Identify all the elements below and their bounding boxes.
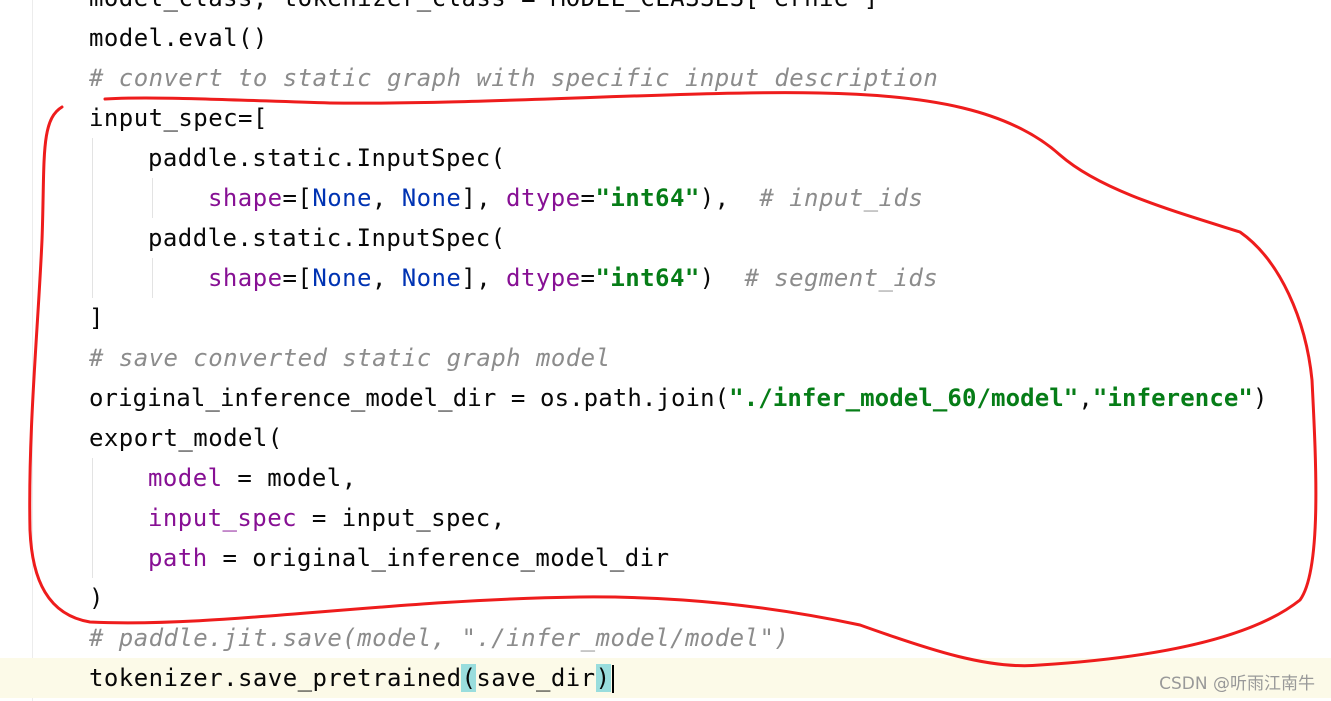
code-text: ], bbox=[461, 264, 507, 292]
code-line: input_spec = input_spec, bbox=[148, 498, 506, 538]
code-text: =[ bbox=[282, 184, 313, 212]
param-name: dtype bbox=[506, 264, 581, 292]
code-text: ], bbox=[461, 184, 507, 212]
code-line: model = model, bbox=[148, 458, 357, 498]
code-text: tokenizer.save_pretrained bbox=[89, 664, 462, 692]
code-text: , bbox=[371, 264, 402, 292]
code-text: ) bbox=[89, 584, 104, 612]
code-line-current: tokenizer.save_pretrained(save_dir) bbox=[89, 658, 614, 698]
code-line: ] bbox=[89, 298, 104, 338]
code-line: ) bbox=[89, 578, 104, 618]
none-literal: None bbox=[312, 184, 372, 212]
param-name: shape bbox=[208, 264, 283, 292]
comment-text: # segment_ids bbox=[744, 264, 939, 292]
comment-text: # input_ids bbox=[759, 184, 924, 212]
param-name: input_spec bbox=[148, 504, 297, 532]
code-text: , bbox=[1078, 384, 1093, 412]
code-line: original_inference_model_dir = os.path.j… bbox=[89, 378, 1268, 418]
string-literal: "./infer_model_60/model" bbox=[729, 384, 1079, 412]
comment-text: # paddle.jit.save(model, "./infer_model/… bbox=[89, 624, 790, 652]
code-comment: # paddle.jit.save(model, "./infer_model/… bbox=[89, 618, 789, 658]
indent-guide bbox=[152, 258, 153, 298]
code-line: paddle.static.InputSpec( bbox=[148, 138, 506, 178]
code-text: paddle.static.InputSpec( bbox=[148, 144, 506, 172]
text-cursor bbox=[611, 665, 614, 693]
code-text: = input_spec, bbox=[297, 504, 506, 532]
none-literal: None bbox=[312, 264, 372, 292]
param-name: model bbox=[148, 464, 223, 492]
editor-gutter-divider bbox=[32, 0, 33, 701]
string-literal: "int64" bbox=[595, 184, 700, 212]
code-text: = model, bbox=[222, 464, 357, 492]
code-line: export_model( bbox=[89, 418, 283, 458]
code-text: export_model( bbox=[89, 424, 283, 452]
code-line: shape=[None, None], dtype="int64") # seg… bbox=[208, 258, 938, 298]
code-text: = bbox=[580, 264, 596, 292]
code-text: input_spec=[ bbox=[89, 104, 268, 132]
matched-brace: ( bbox=[461, 664, 477, 692]
comment-text: # convert to static graph with specific … bbox=[89, 64, 939, 92]
code-text: original_inference_model_dir = os.path.j… bbox=[89, 384, 730, 412]
none-literal: None bbox=[401, 184, 462, 212]
param-name: shape bbox=[208, 184, 283, 212]
code-text: ) bbox=[1252, 384, 1268, 412]
none-literal: None bbox=[401, 264, 462, 292]
code-line: input_spec=[ bbox=[89, 98, 268, 138]
code-text: ) bbox=[699, 264, 745, 292]
code-comment: # convert to static graph with specific … bbox=[89, 58, 938, 98]
code-text: = original_inference_model_dir bbox=[207, 544, 670, 572]
code-text: , bbox=[371, 184, 402, 212]
code-text: save_dir bbox=[476, 664, 596, 692]
code-line: model_class, tokenizer_class = MODEL_CLA… bbox=[89, 0, 879, 18]
indent-guide bbox=[152, 178, 153, 218]
code-text: model_class, tokenizer_class = MODEL_CLA… bbox=[89, 0, 879, 12]
code-line: paddle.static.InputSpec( bbox=[148, 218, 506, 258]
comment-text: # save converted static graph model bbox=[89, 344, 611, 372]
code-text: paddle.static.InputSpec( bbox=[148, 224, 506, 252]
indent-guide bbox=[92, 138, 93, 298]
code-comment: # save converted static graph model bbox=[89, 338, 610, 378]
code-text: ), bbox=[699, 184, 760, 212]
code-text: = bbox=[580, 184, 596, 212]
code-line: shape=[None, None], dtype="int64"), # in… bbox=[208, 178, 923, 218]
param-name: path bbox=[148, 544, 208, 572]
param-name: dtype bbox=[506, 184, 581, 212]
string-literal: "int64" bbox=[595, 264, 700, 292]
indent-guide bbox=[92, 458, 93, 578]
code-line: model.eval() bbox=[89, 18, 268, 58]
code-text: =[ bbox=[282, 264, 313, 292]
code-text: ] bbox=[89, 304, 104, 332]
code-line: path = original_inference_model_dir bbox=[148, 538, 670, 578]
string-literal: "inference" bbox=[1092, 384, 1253, 412]
matched-brace: ) bbox=[595, 664, 611, 692]
watermark: CSDN @听雨江南牛 bbox=[1159, 674, 1315, 694]
code-text: model.eval() bbox=[89, 24, 268, 52]
